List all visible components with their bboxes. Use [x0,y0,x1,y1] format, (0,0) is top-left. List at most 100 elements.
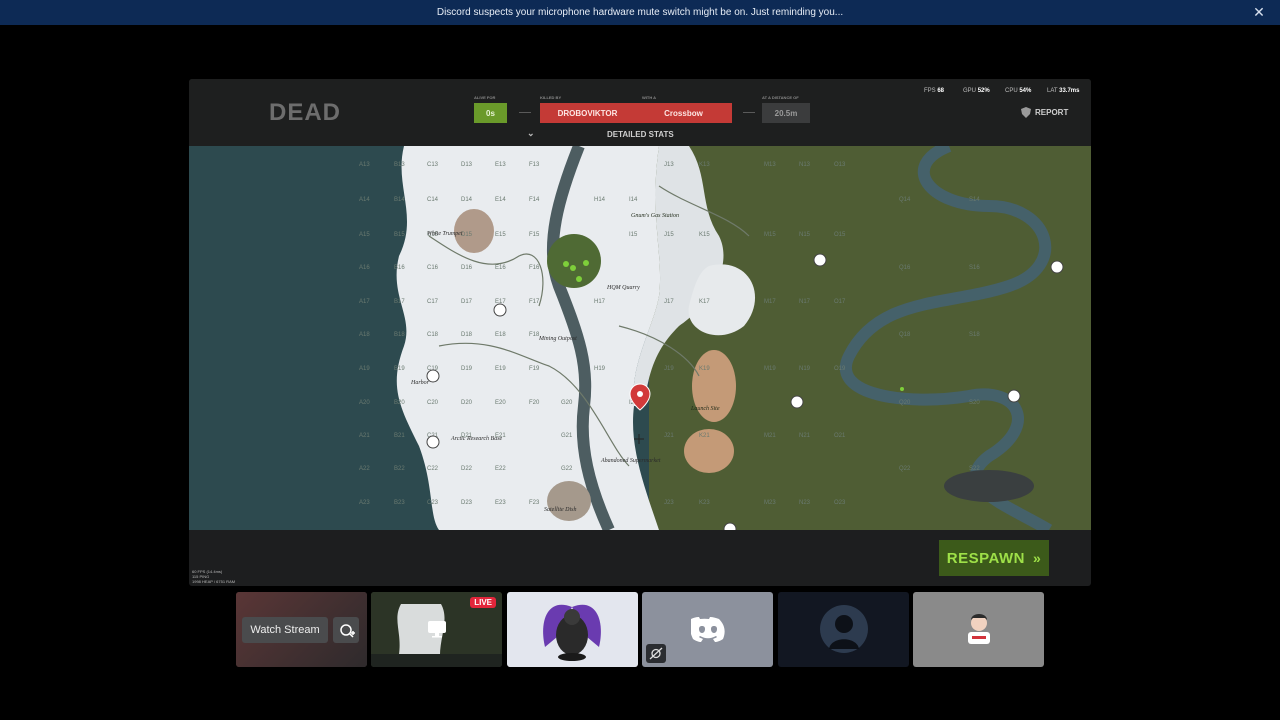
svg-text:B16: B16 [394,265,405,271]
svg-text:Q18: Q18 [899,332,911,338]
svg-text:O21: O21 [834,433,846,439]
svg-text:E23: E23 [495,500,506,506]
svg-text:E15: E15 [495,232,506,238]
svg-text:N15: N15 [799,232,811,238]
svg-text:H17: H17 [594,299,606,305]
svg-text:B20: B20 [394,400,405,406]
participant-tile[interactable] [642,592,773,667]
svg-text:N19: N19 [799,366,811,372]
svg-text:I14: I14 [629,197,638,203]
weapon-name: Crossbow [635,103,732,123]
svg-text:A20: A20 [359,400,370,406]
detailed-stats-toggle[interactable]: ⌄ DETAILED STATS [527,128,674,139]
svg-text:Mining Outpost: Mining Outpost [538,336,577,342]
svg-text:B22: B22 [394,466,405,472]
svg-text:B17: B17 [394,299,405,305]
watch-stream-icon-button[interactable] [333,617,359,643]
svg-text:H14: H14 [594,197,606,203]
svg-text:F17: F17 [529,299,540,305]
svg-text:Abandoned Supermarket: Abandoned Supermarket [600,458,661,464]
avatar [968,614,990,644]
svg-text:J21: J21 [664,433,674,439]
svg-text:A18: A18 [359,332,370,338]
svg-text:Q16: Q16 [899,265,911,271]
svg-text:C14: C14 [427,197,439,203]
svg-text:N21: N21 [799,433,811,439]
svg-text:Harbor: Harbor [410,380,430,386]
perf-fps: FPS 68 [924,88,944,94]
svg-text:B14: B14 [394,197,405,203]
svg-text:D17: D17 [461,299,473,305]
svg-text:B19: B19 [394,366,405,372]
svg-text:O23: O23 [834,500,846,506]
svg-text:D19: D19 [461,366,473,372]
svg-text:J19: J19 [664,366,674,372]
svg-text:K13: K13 [699,162,710,168]
screen-share-icon [428,621,446,638]
svg-text:J15: J15 [664,232,674,238]
detailed-stats-label: DETAILED STATS [607,130,674,139]
report-button[interactable]: REPORT [1021,107,1068,118]
close-icon[interactable]: ✕ [1252,5,1266,19]
avatar [543,604,601,661]
svg-text:F14: F14 [529,197,540,203]
svg-text:S20: S20 [969,400,980,406]
svg-text:B21: B21 [394,433,405,439]
svg-text:F15: F15 [529,232,540,238]
distance-label: AT A DISTANCE OF [762,95,799,100]
debug-line: 1998 HEAP / 6751 RAM [192,579,236,584]
killed-by-label: KILLED BY [540,95,562,100]
notice-text: Discord suspects your microphone hardwar… [436,7,844,18]
svg-text:M23: M23 [764,500,776,506]
svg-text:A23: A23 [359,500,370,506]
svg-text:F16: F16 [529,265,540,271]
svg-text:E14: E14 [495,197,506,203]
svg-text:H19: H19 [594,366,606,372]
svg-text:O19: O19 [834,366,846,372]
avatar [820,605,868,653]
svg-text:D18: D18 [461,332,473,338]
svg-text:C20: C20 [427,400,439,406]
participant-tile[interactable] [778,592,909,667]
perf-lat: LAT 33.7ms [1047,88,1079,94]
live-badge: LIVE [470,597,496,608]
watch-stream-button[interactable]: Watch Stream [242,617,328,643]
participant-tiles: Watch Stream LIVE [236,592,1044,667]
svg-text:E16: E16 [495,265,506,271]
watch-stream-label: Watch Stream [250,624,320,636]
svg-text:Gnum's Gas Station: Gnum's Gas Station [631,213,679,219]
svg-text:Q14: Q14 [899,197,911,203]
svg-text:S16: S16 [969,265,980,271]
svg-text:K19: K19 [699,366,710,372]
svg-text:M19: M19 [764,366,776,372]
svg-text:B15: B15 [394,232,405,238]
alive-for-label: ALIVE FOR [474,95,496,100]
svg-text:E22: E22 [495,466,506,472]
respawn-button[interactable]: RESPAWN » [939,540,1049,576]
svg-text:Arctic Research Base: Arctic Research Base [450,436,503,442]
svg-text:Satellite Dish: Satellite Dish [544,507,577,513]
svg-text:F20: F20 [529,400,540,406]
svg-text:A22: A22 [359,466,370,472]
world-map[interactable]: A13 B13 C13 D13 E13 F13 A14 B14 C14 D14 E14 F14 H14… [189,146,1091,530]
svg-text:I15: I15 [629,232,638,238]
participant-tile[interactable] [507,592,638,667]
distance-value: 20.5m [762,103,810,123]
participant-tile[interactable] [913,592,1044,667]
separator [743,112,755,113]
svg-text:G21: G21 [561,433,573,439]
svg-text:G22: G22 [561,466,573,472]
svg-text:A16: A16 [359,265,370,271]
live-stream-tile[interactable]: LIVE [371,592,502,667]
svg-text:N13: N13 [799,162,811,168]
chevron-down-icon: ⌄ [527,128,535,138]
svg-text:A15: A15 [359,232,370,238]
svg-text:S22: S22 [969,466,980,472]
perf-gpu: GPU 52% [963,88,990,94]
stream-tile[interactable]: Watch Stream [236,592,367,667]
svg-text:G20: G20 [561,400,573,406]
perf-cpu: CPU 54% [1005,88,1031,94]
double-chevron-right-icon: » [1032,550,1042,566]
discord-logo-icon [691,617,725,642]
svg-text:B23: B23 [394,500,405,506]
